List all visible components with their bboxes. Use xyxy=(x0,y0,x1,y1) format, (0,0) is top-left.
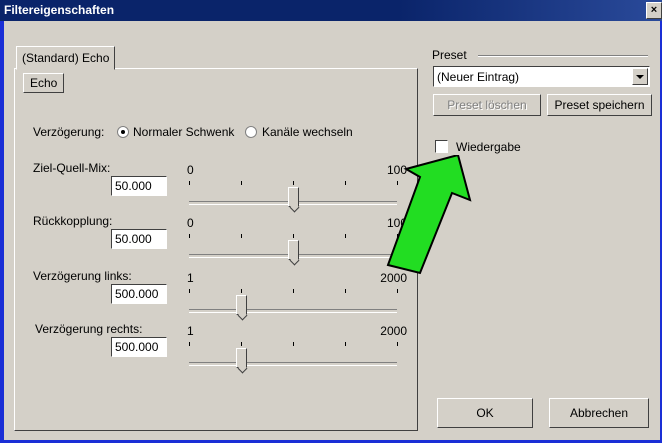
slider-min-label: 0 xyxy=(187,216,194,230)
green-arrow-annotation xyxy=(386,155,472,275)
slider-tick xyxy=(293,181,294,185)
slider-tick xyxy=(345,289,346,293)
slider-thumb[interactable] xyxy=(288,187,299,207)
slider-value-field[interactable]: 50.000 xyxy=(111,176,167,196)
radio-normal-pan-label: Normaler Schwenk xyxy=(133,125,235,139)
close-icon[interactable]: × xyxy=(646,2,662,19)
slider-tick xyxy=(345,342,346,346)
ok-button[interactable]: OK xyxy=(437,398,533,428)
slider-thumb[interactable] xyxy=(288,240,299,260)
slider-track xyxy=(189,309,397,313)
preset-save-button[interactable]: Preset speichern xyxy=(547,94,652,116)
chevron-down-icon[interactable] xyxy=(632,68,648,85)
filter-properties-window: Filtereigenschaften × (Standard) Echo Ec… xyxy=(0,0,662,443)
slider-thumb[interactable] xyxy=(236,295,247,315)
window-title: Filtereigenschaften xyxy=(4,3,115,17)
slider-max-label: 2000 xyxy=(380,324,407,338)
window-frame-left xyxy=(0,21,4,443)
slider-value-field[interactable]: 500.000 xyxy=(111,284,167,304)
slider-tick xyxy=(293,289,294,293)
preset-divider xyxy=(478,55,648,57)
slider-tick xyxy=(293,234,294,238)
slider-min-label: 1 xyxy=(187,324,194,338)
slider-tick xyxy=(345,181,346,185)
radio-swap-channels-label: Kanäle wechseln xyxy=(262,125,353,139)
slider-label: Verzögerung rechts: xyxy=(35,322,143,336)
radio-normal-pan[interactable] xyxy=(117,126,129,138)
slider-tick xyxy=(189,234,190,238)
slider-tick xyxy=(397,289,398,293)
preset-delete-button[interactable]: Preset löschen xyxy=(433,94,541,116)
slider-tick xyxy=(241,234,242,238)
slider-value-field[interactable]: 500.000 xyxy=(111,337,167,357)
slider-label: Ziel-Quell-Mix: xyxy=(33,161,111,175)
delay-mode-label: Verzögerung: xyxy=(33,125,105,139)
slider-tick xyxy=(189,181,190,185)
playback-label: Wiedergabe xyxy=(456,140,521,154)
slider-tick xyxy=(397,342,398,346)
tab-echo[interactable]: Echo xyxy=(23,73,65,93)
tab-panel: Echo Verzögerung: Normaler Schwenk Kanäl… xyxy=(14,68,418,431)
radio-swap-channels[interactable] xyxy=(245,126,257,138)
slider-tick xyxy=(293,342,294,346)
title-bar[interactable]: Filtereigenschaften × xyxy=(0,0,662,21)
slider-label: Rückkopplung: xyxy=(33,214,113,228)
slider-track xyxy=(189,362,397,366)
slider-thumb[interactable] xyxy=(236,348,247,368)
preset-label: Preset xyxy=(432,48,467,62)
slider-tick xyxy=(189,289,190,293)
playback-checkbox[interactable] xyxy=(435,140,448,153)
slider-tick xyxy=(241,181,242,185)
cancel-button[interactable]: Abbrechen xyxy=(549,398,649,428)
slider-min-label: 0 xyxy=(187,163,194,177)
preset-select-value: (Neuer Eintrag) xyxy=(437,70,520,84)
slider-tick xyxy=(345,234,346,238)
slider-value-field[interactable]: 50.000 xyxy=(111,229,167,249)
preset-select[interactable]: (Neuer Eintrag) xyxy=(433,66,650,87)
slider-min-label: 1 xyxy=(187,271,194,285)
slider-tick xyxy=(241,289,242,293)
slider-tick xyxy=(241,342,242,346)
slider-tick xyxy=(189,342,190,346)
tab-standard-echo[interactable]: (Standard) Echo xyxy=(16,46,116,70)
slider-label: Verzögerung links: xyxy=(33,269,132,283)
